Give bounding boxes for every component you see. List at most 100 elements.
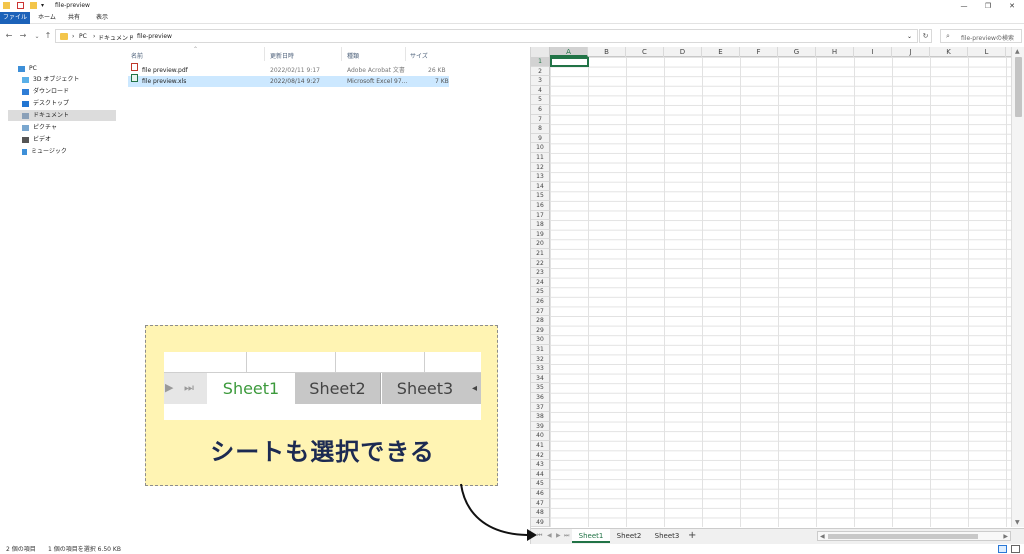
row-header[interactable]: 4: [531, 85, 550, 96]
row-header[interactable]: 23: [531, 268, 550, 278]
row-header[interactable]: 37: [531, 402, 550, 413]
column-header[interactable]: E: [702, 47, 740, 57]
minimize-button[interactable]: —: [958, 1, 970, 11]
row-header[interactable]: 26: [531, 297, 550, 307]
select-all-corner[interactable]: [531, 47, 550, 57]
properties-icon[interactable]: [17, 2, 24, 9]
row-header[interactable]: 2: [531, 66, 550, 77]
row-header[interactable]: 5: [531, 95, 550, 105]
row-header[interactable]: 28: [531, 316, 550, 326]
row-header[interactable]: 21: [531, 249, 550, 259]
row-header[interactable]: 6: [531, 105, 550, 115]
maximize-button[interactable]: ❐: [982, 1, 994, 11]
row-header[interactable]: 8: [531, 124, 550, 134]
scroll-down-icon[interactable]: ▼: [1015, 519, 1020, 526]
row-header[interactable]: 13: [531, 172, 550, 182]
row-header[interactable]: 22: [531, 258, 550, 269]
column-header[interactable]: J: [892, 47, 930, 57]
nav-item-videos[interactable]: ビデオ: [22, 134, 116, 145]
column-type[interactable]: 種類: [347, 51, 359, 60]
column-header[interactable]: A: [550, 47, 588, 57]
column-divider[interactable]: [405, 47, 406, 61]
next-sheet-icon[interactable]: ▶: [556, 532, 561, 539]
close-button[interactable]: ✕: [1006, 1, 1018, 11]
column-header[interactable]: C: [626, 47, 664, 57]
search-box[interactable]: ⌕ file-previewの検索: [940, 29, 1022, 43]
column-header[interactable]: D: [664, 47, 702, 57]
row-header[interactable]: 7: [531, 114, 550, 125]
scroll-left-icon[interactable]: ◀: [820, 533, 825, 540]
nav-item-documents[interactable]: ドキュメント: [8, 110, 116, 121]
column-size[interactable]: サイズ: [410, 51, 428, 60]
row-header[interactable]: 29: [531, 325, 550, 336]
vertical-scrollbar[interactable]: ▲ ▼: [1011, 47, 1024, 527]
row-header[interactable]: 18: [531, 220, 550, 230]
row-header[interactable]: 43: [531, 460, 550, 470]
row-header[interactable]: 24: [531, 277, 550, 288]
row-header[interactable]: 35: [531, 383, 550, 393]
nav-item-pictures[interactable]: ピクチャ: [22, 122, 116, 133]
nav-item-pc[interactable]: PC: [18, 63, 116, 74]
last-sheet-icon[interactable]: ⏭: [564, 532, 569, 540]
forward-icon[interactable]: →: [18, 31, 28, 40]
row-header[interactable]: 14: [531, 181, 550, 192]
row-header[interactable]: 10: [531, 143, 550, 153]
row-header[interactable]: 41: [531, 441, 550, 451]
scroll-up-icon[interactable]: ▲: [1015, 48, 1020, 55]
row-header[interactable]: 34: [531, 373, 550, 384]
row-header[interactable]: 40: [531, 431, 550, 441]
tab-file[interactable]: ファイル: [0, 12, 30, 24]
address-bar[interactable]: › PC › ドキュメント › file-preview ⌄: [55, 29, 918, 43]
column-header[interactable]: K: [930, 47, 968, 57]
row-header[interactable]: 32: [531, 354, 550, 365]
breadcrumb-pc[interactable]: PC: [79, 33, 87, 40]
customize-toolbar-icon[interactable]: ▾: [41, 2, 48, 9]
scroll-thumb[interactable]: [828, 534, 978, 539]
column-date[interactable]: 更新日時: [270, 51, 294, 60]
row-header[interactable]: 36: [531, 393, 550, 403]
row-header[interactable]: 30: [531, 335, 550, 345]
column-name[interactable]: 名前: [131, 51, 143, 60]
horizontal-scrollbar[interactable]: ◀ ▶: [817, 531, 1011, 541]
up-icon[interactable]: ↑: [43, 31, 53, 40]
row-header[interactable]: 12: [531, 162, 550, 173]
row-header[interactable]: 3: [531, 76, 550, 86]
new-folder-icon[interactable]: [30, 2, 37, 9]
row-header[interactable]: 9: [531, 133, 550, 144]
column-header[interactable]: G: [778, 47, 816, 57]
row-header[interactable]: 17: [531, 210, 550, 221]
sheet-tab-sheet1[interactable]: Sheet1: [572, 529, 610, 543]
row-header[interactable]: 11: [531, 153, 550, 163]
column-header[interactable]: L: [968, 47, 1006, 57]
refresh-button[interactable]: ↻: [919, 29, 932, 43]
details-view-icon[interactable]: [998, 545, 1007, 553]
file-row-pdf[interactable]: file preview.pdf 2022/02/11 9:17 Adobe A…: [128, 63, 449, 76]
row-header[interactable]: 15: [531, 191, 550, 201]
tab-home[interactable]: ホーム: [32, 12, 62, 24]
nav-item-3d-objects[interactable]: 3D オブジェクト: [22, 74, 116, 85]
row-header[interactable]: 31: [531, 345, 550, 355]
sheet-tab-sheet3[interactable]: Sheet3: [648, 529, 686, 543]
column-header[interactable]: F: [740, 47, 778, 57]
add-sheet-button[interactable]: +: [688, 529, 696, 543]
column-header[interactable]: H: [816, 47, 854, 57]
nav-item-downloads[interactable]: ダウンロード: [22, 86, 116, 97]
breadcrumb-documents[interactable]: ドキュメント: [98, 33, 134, 42]
tab-share[interactable]: 共有: [62, 12, 86, 24]
row-header[interactable]: 39: [531, 421, 550, 432]
column-header[interactable]: I: [854, 47, 892, 57]
file-row-xls[interactable]: file preview.xls 2022/08/14 9:27 Microso…: [128, 74, 449, 87]
row-header[interactable]: 1: [531, 57, 550, 67]
scroll-thumb[interactable]: [1015, 57, 1022, 117]
spreadsheet-preview[interactable]: ABCDEFGHIJKL 1 2 3 4 5 6 7 8 9 10 11 12 13 14 15 16 17 18…: [530, 47, 1024, 544]
cell-grid[interactable]: [550, 57, 1011, 527]
address-dropdown-icon[interactable]: ⌄: [907, 33, 912, 40]
row-header[interactable]: 20: [531, 239, 550, 249]
row-header[interactable]: 25: [531, 287, 550, 297]
column-divider[interactable]: [264, 47, 265, 61]
row-header[interactable]: 38: [531, 412, 550, 422]
column-divider[interactable]: [341, 47, 342, 61]
back-icon[interactable]: ←: [4, 31, 14, 40]
sheet-tab-sheet2[interactable]: Sheet2: [610, 529, 648, 543]
breadcrumb-file-preview[interactable]: file-preview: [137, 33, 172, 40]
